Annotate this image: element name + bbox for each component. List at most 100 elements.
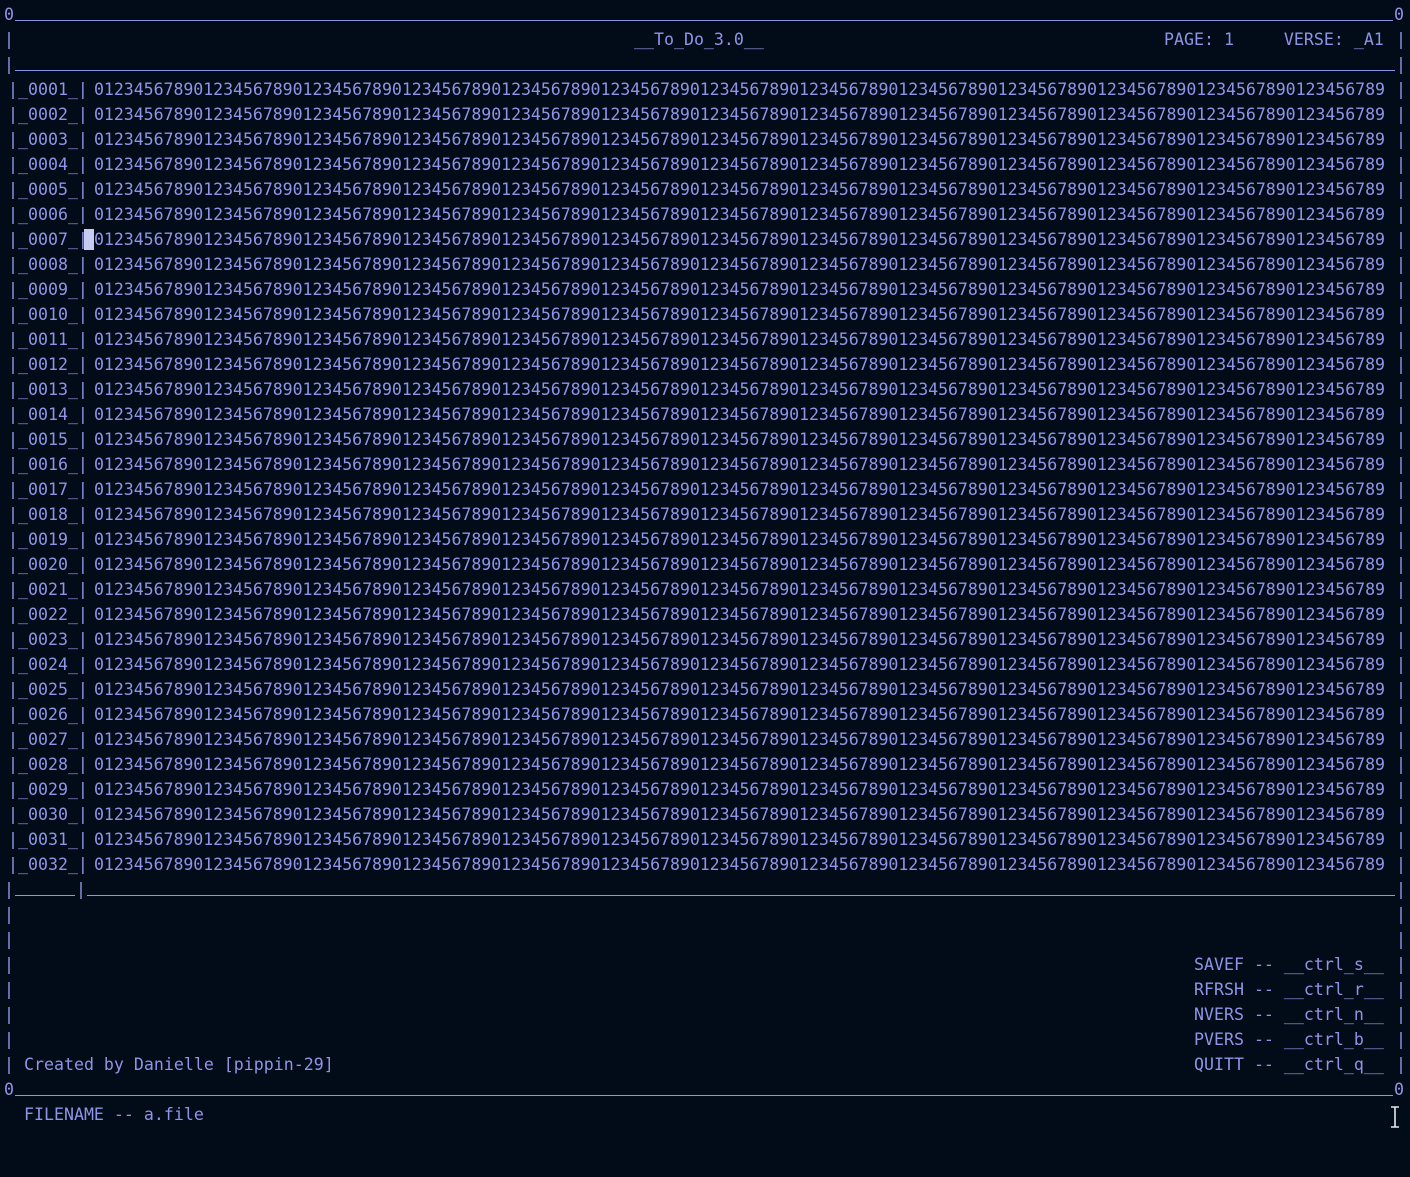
header-rule: [15, 46, 1395, 71]
row-text[interactable]: 0123456789012345678901234567890123456789…: [94, 227, 1386, 252]
table-row[interactable]: |_0019_| 01234567890123456789012345678901…: [0, 527, 1410, 552]
table-row[interactable]: |_0016_| 01234567890123456789012345678901…: [0, 452, 1410, 477]
table-row[interactable]: |_0029_| 01234567890123456789012345678901…: [0, 777, 1410, 802]
row-text[interactable]: 0123456789012345678901234567890123456789…: [94, 777, 1386, 802]
table-row[interactable]: |_0030_| 01234567890123456789012345678901…: [0, 802, 1410, 827]
table-row[interactable]: |_0008_| 01234567890123456789012345678901…: [0, 252, 1410, 277]
row-text[interactable]: 0123456789012345678901234567890123456789…: [94, 552, 1386, 577]
row-number: |_0020_|: [8, 555, 88, 574]
table-row[interactable]: |_0007_| 01234567890123456789012345678901…: [0, 227, 1410, 252]
right-border: |: [1396, 580, 1406, 599]
table-row[interactable]: |_0026_| 01234567890123456789012345678901…: [0, 702, 1410, 727]
row-number: |_0011_|: [8, 330, 88, 349]
row-text[interactable]: 0123456789012345678901234567890123456789…: [94, 677, 1386, 702]
right-border: |: [1396, 705, 1406, 724]
row-text[interactable]: 0123456789012345678901234567890123456789…: [94, 252, 1386, 277]
shortcut-save: SAVEF -- __ctrl_s__: [1194, 955, 1384, 974]
left-border: |: [4, 880, 14, 899]
table-row[interactable]: |_0012_| 01234567890123456789012345678901…: [0, 352, 1410, 377]
table-row[interactable]: |_0014_| 01234567890123456789012345678901…: [0, 402, 1410, 427]
table-row[interactable]: |_0003_| 01234567890123456789012345678901…: [0, 127, 1410, 152]
row-text[interactable]: 0123456789012345678901234567890123456789…: [94, 377, 1386, 402]
table-row[interactable]: |_0022_| 01234567890123456789012345678901…: [0, 602, 1410, 627]
right-border: |: [1396, 1030, 1406, 1049]
table-row[interactable]: |_0020_| 01234567890123456789012345678901…: [0, 552, 1410, 577]
table-row[interactable]: |_0017_| 01234567890123456789012345678901…: [0, 477, 1410, 502]
row-text[interactable]: 0123456789012345678901234567890123456789…: [94, 152, 1386, 177]
table-row[interactable]: |_0001_| 01234567890123456789012345678901…: [0, 77, 1410, 102]
text-caret: [84, 229, 94, 250]
table-row[interactable]: |_0024_| 01234567890123456789012345678901…: [0, 652, 1410, 677]
right-border: |: [1396, 305, 1406, 324]
table-row[interactable]: |_0021_| 01234567890123456789012345678901…: [0, 577, 1410, 602]
table-row[interactable]: |_0025_| 01234567890123456789012345678901…: [0, 677, 1410, 702]
row-text[interactable]: 0123456789012345678901234567890123456789…: [94, 827, 1386, 852]
row-text[interactable]: 0123456789012345678901234567890123456789…: [94, 477, 1386, 502]
row-number: |_0003_|: [8, 130, 88, 149]
footer-line: | NVERS -- __ctrl_n__ |: [0, 1002, 1410, 1027]
row-number: |_0002_|: [8, 105, 88, 124]
right-border: |: [1396, 830, 1406, 849]
row-number: |_0014_|: [8, 405, 88, 424]
right-border: |: [1396, 780, 1406, 799]
left-border: |: [4, 55, 14, 74]
row-text[interactable]: 0123456789012345678901234567890123456789…: [94, 802, 1386, 827]
shortcut-prev-version: PVERS -- __ctrl_b__: [1194, 1030, 1384, 1049]
table-row[interactable]: |_0015_| 01234567890123456789012345678901…: [0, 427, 1410, 452]
row-text[interactable]: 0123456789012345678901234567890123456789…: [94, 602, 1386, 627]
row-text[interactable]: 0123456789012345678901234567890123456789…: [94, 352, 1386, 377]
right-border: |: [1396, 180, 1406, 199]
row-text[interactable]: 0123456789012345678901234567890123456789…: [94, 702, 1386, 727]
row-text[interactable]: 0123456789012345678901234567890123456789…: [94, 627, 1386, 652]
right-border: |: [1396, 530, 1406, 549]
row-text[interactable]: 0123456789012345678901234567890123456789…: [94, 427, 1386, 452]
right-border: |: [1396, 880, 1406, 899]
row-text[interactable]: 0123456789012345678901234567890123456789…: [94, 752, 1386, 777]
bottom-right-corner: 0: [1394, 1080, 1404, 1099]
left-border: |: [4, 1055, 14, 1074]
row-text[interactable]: 0123456789012345678901234567890123456789…: [94, 727, 1386, 752]
table-row[interactable]: |_0013_| 01234567890123456789012345678901…: [0, 377, 1410, 402]
row-text[interactable]: 0123456789012345678901234567890123456789…: [94, 102, 1386, 127]
right-border: |: [1396, 230, 1406, 249]
row-text[interactable]: 0123456789012345678901234567890123456789…: [94, 77, 1386, 102]
table-row[interactable]: |_0023_| 01234567890123456789012345678901…: [0, 627, 1410, 652]
right-border: |: [1396, 205, 1406, 224]
table-row[interactable]: |_0028_| 01234567890123456789012345678901…: [0, 752, 1410, 777]
row-text[interactable]: 0123456789012345678901234567890123456789…: [94, 502, 1386, 527]
row-text[interactable]: 0123456789012345678901234567890123456789…: [94, 452, 1386, 477]
row-text[interactable]: 0123456789012345678901234567890123456789…: [94, 277, 1386, 302]
row-text[interactable]: 0123456789012345678901234567890123456789…: [94, 652, 1386, 677]
row-number: |_0004_|: [8, 155, 88, 174]
row-number: |_0030_|: [8, 805, 88, 824]
row-text[interactable]: 0123456789012345678901234567890123456789…: [94, 577, 1386, 602]
right-border: |: [1396, 555, 1406, 574]
table-row[interactable]: |_0011_| 01234567890123456789012345678901…: [0, 327, 1410, 352]
row-text[interactable]: 0123456789012345678901234567890123456789…: [94, 327, 1386, 352]
row-text[interactable]: 0123456789012345678901234567890123456789…: [94, 302, 1386, 327]
shortcut-refresh: RFRSH -- __ctrl_r__: [1194, 980, 1384, 999]
row-text[interactable]: 0123456789012345678901234567890123456789…: [94, 402, 1386, 427]
table-row[interactable]: |_0006_| 01234567890123456789012345678901…: [0, 202, 1410, 227]
row-text[interactable]: 0123456789012345678901234567890123456789…: [94, 527, 1386, 552]
footer-line: | |: [0, 902, 1410, 927]
row-text[interactable]: 0123456789012345678901234567890123456789…: [94, 202, 1386, 227]
right-border: |: [1396, 430, 1406, 449]
row-text[interactable]: 0123456789012345678901234567890123456789…: [94, 127, 1386, 152]
table-row[interactable]: |_0010_| 01234567890123456789012345678901…: [0, 302, 1410, 327]
table-row[interactable]: |_0002_| 01234567890123456789012345678901…: [0, 102, 1410, 127]
table-row[interactable]: |_0027_| 01234567890123456789012345678901…: [0, 727, 1410, 752]
row-text[interactable]: 0123456789012345678901234567890123456789…: [94, 177, 1386, 202]
table-row[interactable]: |_0018_| 01234567890123456789012345678901…: [0, 502, 1410, 527]
right-border: |: [1396, 630, 1406, 649]
table-row[interactable]: |_0031_| 01234567890123456789012345678901…: [0, 827, 1410, 852]
top-border: 0 0: [0, 2, 1410, 27]
text-cursor-icon: [1391, 1106, 1399, 1128]
right-border: |: [1396, 130, 1406, 149]
right-border: |: [1396, 905, 1406, 924]
table-row[interactable]: |_0005_| 01234567890123456789012345678901…: [0, 177, 1410, 202]
bottom-rule: [15, 1071, 1393, 1096]
row-number: |_0018_|: [8, 505, 88, 524]
table-row[interactable]: |_0004_| 01234567890123456789012345678901…: [0, 152, 1410, 177]
table-row[interactable]: |_0009_| 01234567890123456789012345678901…: [0, 277, 1410, 302]
